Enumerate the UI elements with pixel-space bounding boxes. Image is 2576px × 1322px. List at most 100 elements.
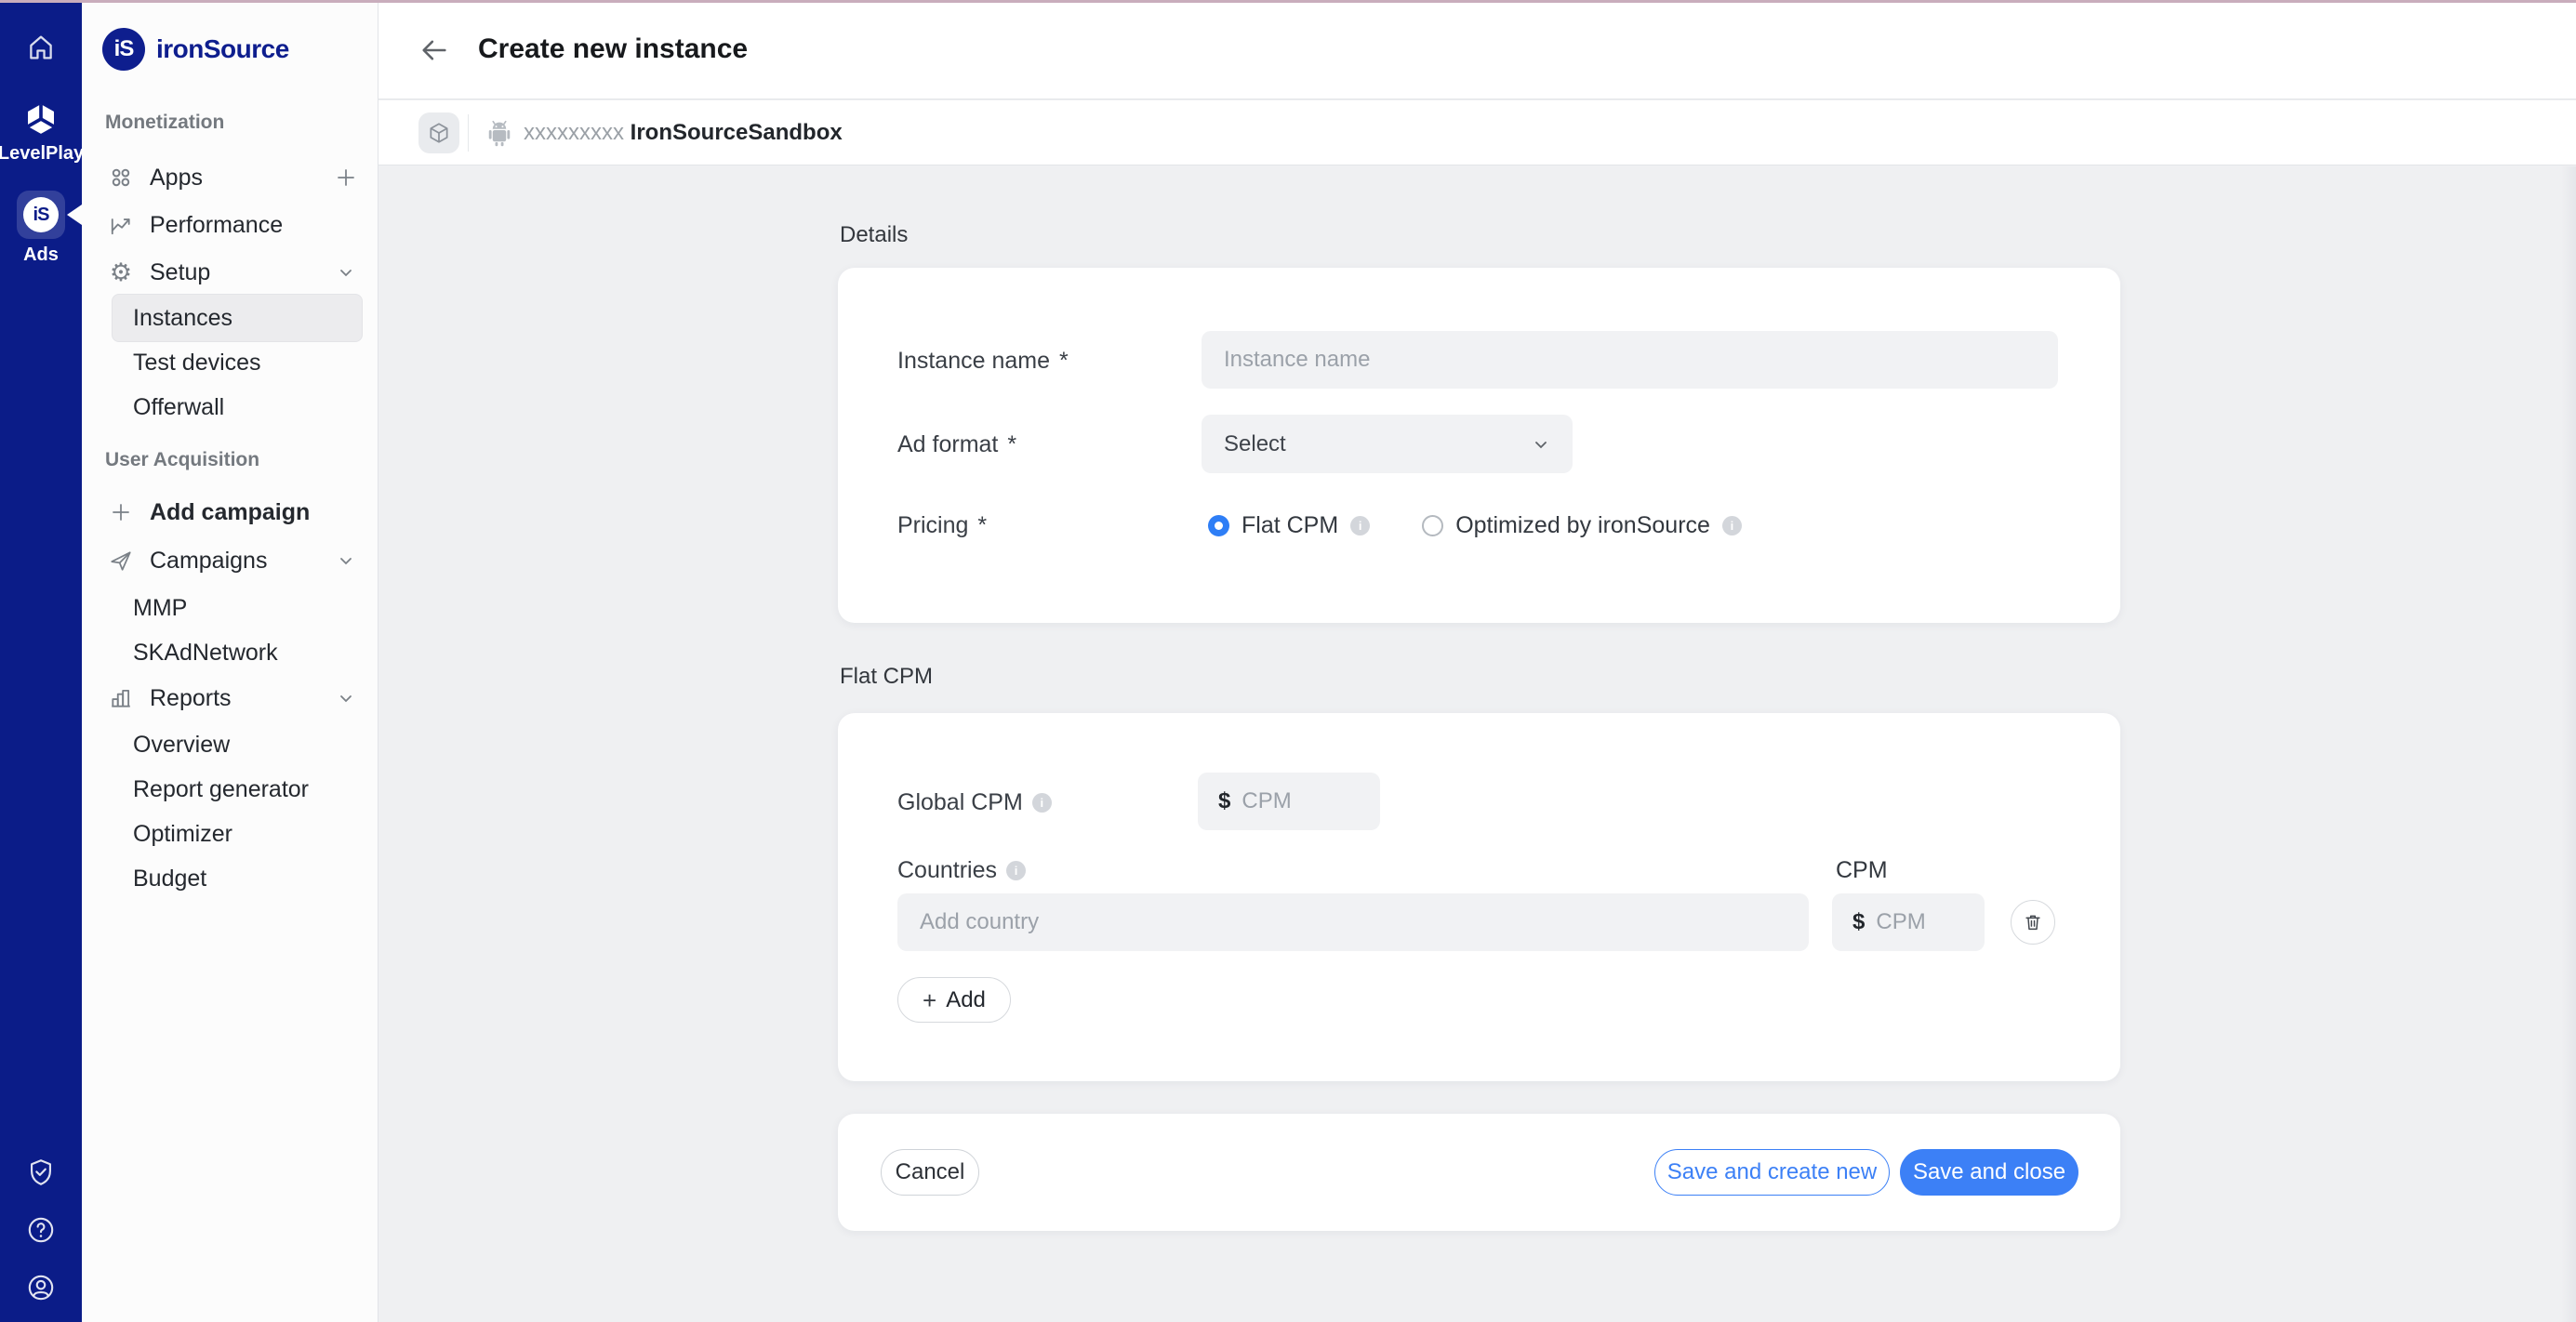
delete-row-button[interactable] bbox=[2011, 900, 2055, 945]
flat-cpm-section-title: Flat CPM bbox=[840, 664, 933, 690]
pricing-radio-group: Flat CPM i Optimized by ironSource i bbox=[1208, 512, 1742, 539]
rail-home[interactable] bbox=[0, 32, 82, 63]
ironsource-logo-text: ironSource bbox=[156, 34, 289, 64]
shield-check-icon bbox=[25, 1157, 57, 1188]
pricing-option-flat-cpm[interactable]: Flat CPM i bbox=[1208, 512, 1370, 539]
performance-chart-icon bbox=[108, 212, 134, 238]
reports-bar-chart-icon bbox=[108, 685, 134, 711]
active-item-notch bbox=[67, 205, 82, 225]
global-cpm-input[interactable] bbox=[1242, 788, 1334, 814]
save-and-create-new-button[interactable]: Save and create new bbox=[1654, 1149, 1890, 1196]
page-title: Create new instance bbox=[478, 33, 748, 65]
app-cube-badge[interactable] bbox=[418, 112, 459, 153]
sidebar-item-offerwall[interactable]: Offerwall bbox=[82, 385, 378, 430]
instance-name-input[interactable] bbox=[1202, 331, 2058, 389]
sidebar-item-campaigns[interactable]: Campaigns bbox=[82, 538, 378, 583]
sidebar-item-label: SKAdNetwork bbox=[133, 640, 278, 667]
sidebar-item-label: Test devices bbox=[133, 350, 261, 377]
rail-levelplay[interactable]: LevelPlay bbox=[0, 100, 82, 165]
app-breadcrumb-bar: xxxxxxxxx IronSourceSandbox bbox=[378, 100, 2576, 165]
rail-levelplay-label: LevelPlay bbox=[0, 143, 84, 165]
sidebar-item-apps[interactable]: Apps bbox=[82, 155, 378, 200]
info-icon[interactable]: i bbox=[1722, 516, 1742, 535]
sidebar-item-reports[interactable]: Reports bbox=[82, 676, 378, 720]
home-icon bbox=[25, 32, 57, 63]
account-icon bbox=[25, 1272, 57, 1303]
pricing-option-optimized[interactable]: Optimized by ironSource i bbox=[1422, 512, 1742, 539]
country-cpm-input-wrap: $ bbox=[1832, 893, 1985, 951]
plus-icon bbox=[108, 499, 134, 525]
ad-format-label: Ad format* bbox=[897, 431, 1016, 458]
campaign-rocket-icon bbox=[108, 548, 134, 574]
info-icon[interactable]: i bbox=[1006, 861, 1026, 880]
info-icon[interactable]: i bbox=[1032, 793, 1052, 813]
section-title-monetization: Monetization bbox=[105, 112, 224, 134]
global-cpm-label: Global CPM i bbox=[897, 789, 1052, 816]
top-accent-strip bbox=[0, 0, 2576, 3]
sidebar-item-mmp[interactable]: MMP bbox=[82, 586, 378, 630]
save-and-close-button[interactable]: Save and close bbox=[1900, 1149, 2078, 1196]
section-title-user-acquisition: User Acquisition bbox=[105, 449, 259, 471]
chevron-down-icon bbox=[334, 260, 358, 284]
sidebar-item-label: Overview bbox=[133, 732, 230, 759]
page-header: Create new instance bbox=[378, 0, 2576, 99]
app-rail: LevelPlay iS Ads bbox=[0, 0, 82, 1322]
rail-privacy[interactable] bbox=[0, 1157, 82, 1188]
breadcrumb-divider bbox=[468, 114, 469, 152]
scrollbar-track[interactable] bbox=[2561, 166, 2576, 1322]
footer-actions-card: Cancel Save and create new Save and clos… bbox=[838, 1114, 2120, 1231]
radio-unselected-icon[interactable] bbox=[1422, 515, 1443, 536]
dollar-prefix: $ bbox=[1852, 909, 1865, 935]
chevron-down-icon bbox=[334, 549, 358, 573]
ironsource-logo[interactable]: iS ironSource bbox=[102, 28, 289, 71]
chevron-down-icon bbox=[334, 686, 358, 710]
breadcrumb: xxxxxxxxx IronSourceSandbox bbox=[524, 120, 843, 146]
ironsource-ads-icon: iS bbox=[23, 197, 59, 232]
levelplay-unity-icon bbox=[22, 100, 60, 138]
rail-help[interactable] bbox=[0, 1214, 82, 1246]
add-button-label: Add bbox=[946, 987, 986, 1013]
sidebar-item-label: Offerwall bbox=[133, 394, 224, 421]
add-country-row-button[interactable]: + Add bbox=[897, 977, 1011, 1023]
sidebar-item-instances[interactable]: Instances bbox=[82, 296, 378, 340]
chevron-down-icon bbox=[1530, 433, 1552, 456]
plus-icon: + bbox=[923, 988, 936, 1012]
trash-icon bbox=[2023, 912, 2043, 932]
sidebar-item-performance[interactable]: Performance bbox=[82, 203, 378, 247]
radio-selected-icon[interactable] bbox=[1208, 515, 1229, 536]
sidebar-item-label: Report generator bbox=[133, 776, 309, 803]
sidebar-item-label: Add campaign bbox=[150, 499, 310, 526]
app-name: IronSourceSandbox bbox=[631, 120, 843, 145]
ad-format-select[interactable]: Select bbox=[1202, 415, 1573, 473]
country-cpm-input[interactable] bbox=[1876, 909, 1950, 935]
add-country-input[interactable] bbox=[897, 893, 1809, 951]
global-cpm-input-wrap: $ bbox=[1198, 773, 1380, 830]
back-arrow-icon[interactable] bbox=[418, 34, 450, 66]
details-section-title: Details bbox=[840, 222, 908, 248]
sidebar-item-overview[interactable]: Overview bbox=[82, 722, 378, 767]
add-app-icon[interactable] bbox=[334, 165, 358, 190]
sidebar-item-label: Performance bbox=[150, 212, 283, 239]
sidebar: iS ironSource Monetization Apps Performa… bbox=[82, 0, 378, 1322]
sidebar-item-setup[interactable]: ⚙ Setup bbox=[82, 250, 378, 295]
pricing-option-label: Flat CPM bbox=[1242, 512, 1338, 539]
sidebar-item-skadnetwork[interactable]: SKAdNetwork bbox=[82, 630, 378, 675]
sidebar-item-test-devices[interactable]: Test devices bbox=[82, 340, 378, 385]
sidebar-item-report-generator[interactable]: Report generator bbox=[82, 767, 378, 812]
sidebar-item-optimizer[interactable]: Optimizer bbox=[82, 812, 378, 856]
help-icon bbox=[25, 1214, 57, 1246]
rail-ads[interactable]: iS Ads bbox=[0, 191, 82, 266]
countries-label: Countries i bbox=[897, 857, 1026, 884]
sidebar-item-budget[interactable]: Budget bbox=[82, 856, 378, 901]
info-icon[interactable]: i bbox=[1350, 516, 1370, 535]
pricing-label: Pricing* bbox=[897, 512, 987, 539]
rail-account[interactable] bbox=[0, 1272, 82, 1303]
ad-format-selected-value: Select bbox=[1224, 431, 1286, 457]
setup-gear-icon: ⚙ bbox=[108, 259, 134, 285]
pricing-option-label: Optimized by ironSource bbox=[1455, 512, 1710, 539]
sidebar-item-add-campaign[interactable]: Add campaign bbox=[82, 490, 378, 535]
cancel-button[interactable]: Cancel bbox=[881, 1149, 979, 1196]
sidebar-item-label: MMP bbox=[133, 595, 187, 622]
app-id: xxxxxxxxx bbox=[524, 120, 624, 145]
ads-active-box: iS bbox=[17, 191, 65, 239]
